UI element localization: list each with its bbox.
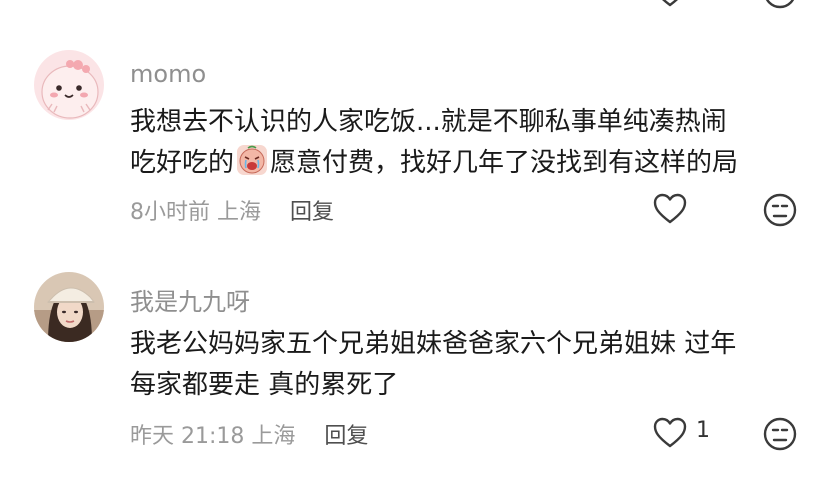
comment-text-line: 我老公妈妈家五个兄弟姐妹爸爸家六个兄弟姐妹 过年: [130, 329, 737, 359]
avatar[interactable]: [34, 50, 104, 120]
dislike-face-icon[interactable]: [762, 192, 798, 228]
comment-item: momo 我想去不认识的人家吃饭...就是不聊私事单纯凑热闹 吃好吃的 愿意付费…: [0, 50, 828, 250]
comment-meta: 8小时前 上海 回复: [130, 194, 334, 226]
heart-outline-icon[interactable]: [652, 0, 688, 10]
avatar[interactable]: [34, 272, 104, 342]
cartoon-avatar-icon: [34, 50, 104, 120]
dislike-face-icon[interactable]: [762, 416, 798, 452]
comment-actions: 1: [652, 416, 812, 456]
heart-outline-icon[interactable]: [652, 416, 688, 450]
previous-comment-actions: [0, 0, 828, 12]
timestamp: 昨天 21:18: [130, 424, 245, 449]
comment-actions: [652, 192, 812, 232]
dislike-face-icon[interactable]: [762, 0, 798, 10]
like-count: 1: [696, 418, 710, 443]
reply-button[interactable]: 回复: [290, 200, 334, 225]
comment-text-segment: 愿意付费，找好几年了没找到有这样的局: [270, 148, 739, 178]
photo-avatar-icon: [34, 272, 104, 342]
comment-item: 我是九九呀 我老公妈妈家五个兄弟姐妹爸爸家六个兄弟姐妹 过年 每家都要走 真的累…: [0, 272, 828, 472]
comment-meta: 昨天 21:18 上海 回复: [130, 418, 368, 450]
reply-button[interactable]: 回复: [324, 424, 368, 449]
comment-text-line: 每家都要走 真的累死了: [130, 370, 399, 400]
username[interactable]: momo: [130, 60, 206, 88]
username[interactable]: 我是九九呀: [130, 282, 250, 317]
comment-text-segment: 吃好吃的: [130, 148, 235, 178]
location: 上海: [217, 200, 262, 225]
comment-text-line: 我想去不认识的人家吃饭...就是不聊私事单纯凑热闹: [130, 107, 727, 137]
comment-text: 我老公妈妈家五个兄弟姐妹爸爸家六个兄弟姐妹 过年 每家都要走 真的累死了: [130, 324, 800, 406]
comment-text-line: 吃好吃的 愿意付费，找好几年了没找到有这样的局: [130, 143, 800, 184]
crying-emoji: [237, 145, 268, 175]
heart-outline-icon[interactable]: [652, 192, 688, 226]
timestamp: 8小时前: [130, 200, 210, 225]
location: 上海: [251, 424, 296, 449]
comment-text: 我想去不认识的人家吃饭...就是不聊私事单纯凑热闹 吃好吃的 愿意付费，找好几年…: [130, 102, 800, 184]
